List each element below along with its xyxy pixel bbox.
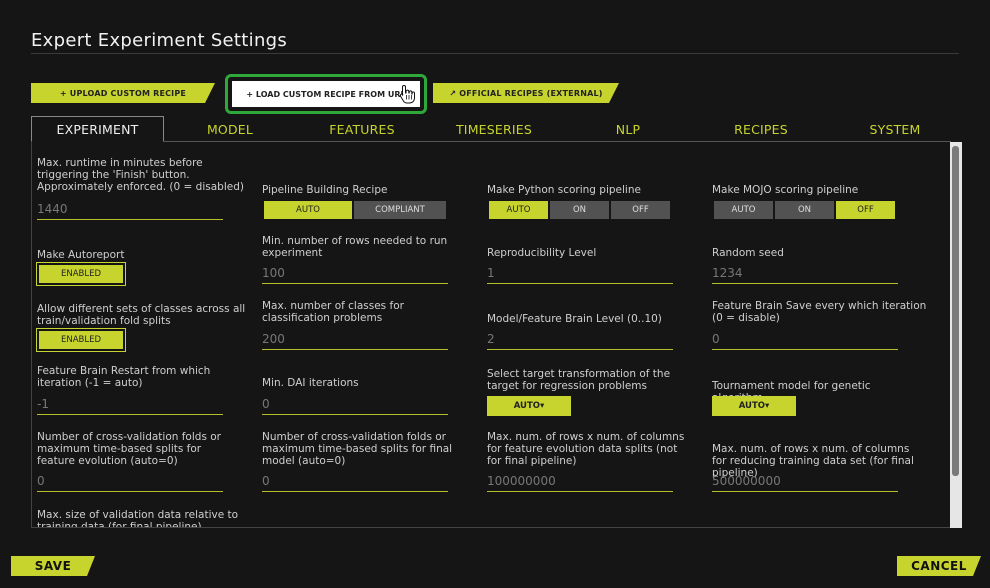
cancel-button[interactable]: CANCEL (897, 556, 981, 576)
save-button[interactable]: SAVE (11, 556, 95, 576)
tab-system[interactable]: SYSTEM (864, 116, 926, 142)
pipeline-recipe-label: Pipeline Building Recipe (262, 184, 388, 196)
max-runtime-label: Max. runtime in minutes before triggerin… (37, 157, 244, 193)
max-classes-label: Max. number of classes for classificatio… (262, 300, 404, 324)
brain-restart-label: Feature Brain Restart from which iterati… (37, 365, 211, 389)
dialog-title: Expert Experiment Settings (31, 30, 288, 51)
min-rows-input[interactable]: 100 (262, 262, 448, 284)
settings-panel: Max. runtime in minutes before triggerin… (31, 142, 950, 528)
max-rows-feat-label: Max. num. of rows x num. of columns for … (487, 431, 685, 467)
tab-model[interactable]: MODEL (191, 116, 269, 142)
tournament-model-dropdown[interactable]: AUTO▾ (712, 396, 796, 416)
hand-pointer-icon (399, 84, 415, 104)
max-rows-final-input[interactable]: 500000000 (712, 470, 898, 492)
scrollbar-thumb[interactable] (952, 146, 959, 476)
brain-level-label: Model/Feature Brain Level (0..10) (487, 313, 662, 325)
pipeline-recipe-compliant[interactable]: COMPLIANT (354, 201, 446, 219)
autoreport-toggle[interactable]: ENABLED (39, 265, 123, 283)
pipeline-recipe-toggle: AUTO COMPLIANT (264, 201, 448, 219)
min-dai-iter-input[interactable]: 0 (262, 393, 448, 415)
random-seed-label: Random seed (712, 247, 784, 259)
official-recipes-button[interactable]: ↗ OFFICIAL RECIPES (EXTERNAL) (433, 83, 619, 103)
upload-custom-recipe-button[interactable]: + UPLOAD CUSTOM RECIPE (31, 83, 215, 103)
cv-folds-final-label: Number of cross-validation folds or maxi… (262, 431, 453, 467)
title-divider (31, 53, 959, 54)
target-transform-label: Select target transformation of the targ… (487, 368, 671, 392)
brain-save-label: Feature Brain Save every which iteration… (712, 300, 927, 324)
pipeline-recipe-auto[interactable]: AUTO (264, 201, 352, 219)
load-custom-recipe-url-button[interactable]: + LOAD CUSTOM RECIPE FROM URL (232, 81, 420, 107)
tab-features[interactable]: FEATURES (321, 116, 403, 142)
diff-classes-toggle[interactable]: ENABLED (39, 331, 123, 349)
reproducibility-input[interactable]: 1 (487, 262, 673, 284)
mojo-scoring-on[interactable]: ON (775, 201, 834, 219)
max-runtime-input[interactable]: 1440 (37, 198, 223, 220)
tab-recipes[interactable]: RECIPES (729, 116, 793, 142)
autoreport-label: Make Autoreport (37, 249, 125, 261)
python-scoring-off[interactable]: OFF (611, 201, 670, 219)
cv-folds-feat-input[interactable]: 0 (37, 470, 223, 492)
python-scoring-on[interactable]: ON (550, 201, 609, 219)
python-scoring-label: Make Python scoring pipeline (487, 184, 641, 196)
tab-nlp[interactable]: NLP (606, 116, 650, 142)
reproducibility-label: Reproducibility Level (487, 247, 597, 259)
max-classes-input[interactable]: 200 (262, 328, 448, 350)
brain-restart-input[interactable]: -1 (37, 393, 223, 415)
random-seed-input[interactable]: 1234 (712, 262, 898, 284)
tab-timeseries[interactable]: TIMESERIES (449, 116, 539, 142)
max-rows-feat-input[interactable]: 100000000 (487, 470, 673, 492)
min-dai-iter-label: Min. DAI iterations (262, 377, 359, 389)
target-transform-dropdown[interactable]: AUTO▾ (487, 396, 571, 416)
mojo-scoring-off[interactable]: OFF (836, 201, 895, 219)
settings-tabs: EXPERIMENT MODEL FEATURES TIMESERIES NLP… (31, 116, 951, 142)
min-rows-label: Min. number of rows needed to run experi… (262, 235, 448, 259)
tab-experiment[interactable]: EXPERIMENT (31, 116, 164, 142)
diff-classes-label: Allow different sets of classes across a… (37, 303, 246, 327)
mojo-scoring-toggle: AUTO ON OFF (714, 201, 897, 219)
brain-level-input[interactable]: 2 (487, 328, 673, 350)
python-scoring-auto[interactable]: AUTO (489, 201, 548, 219)
brain-save-input[interactable]: 0 (712, 328, 898, 350)
max-val-size-label: Max. size of validation data relative to… (37, 509, 239, 528)
mojo-scoring-auto[interactable]: AUTO (714, 201, 773, 219)
settings-scrollbar[interactable] (950, 142, 962, 528)
cv-folds-final-input[interactable]: 0 (262, 470, 448, 492)
cv-folds-feat-label: Number of cross-validation folds or maxi… (37, 431, 221, 467)
python-scoring-toggle: AUTO ON OFF (489, 201, 672, 219)
mojo-scoring-label: Make MOJO scoring pipeline (712, 184, 859, 196)
